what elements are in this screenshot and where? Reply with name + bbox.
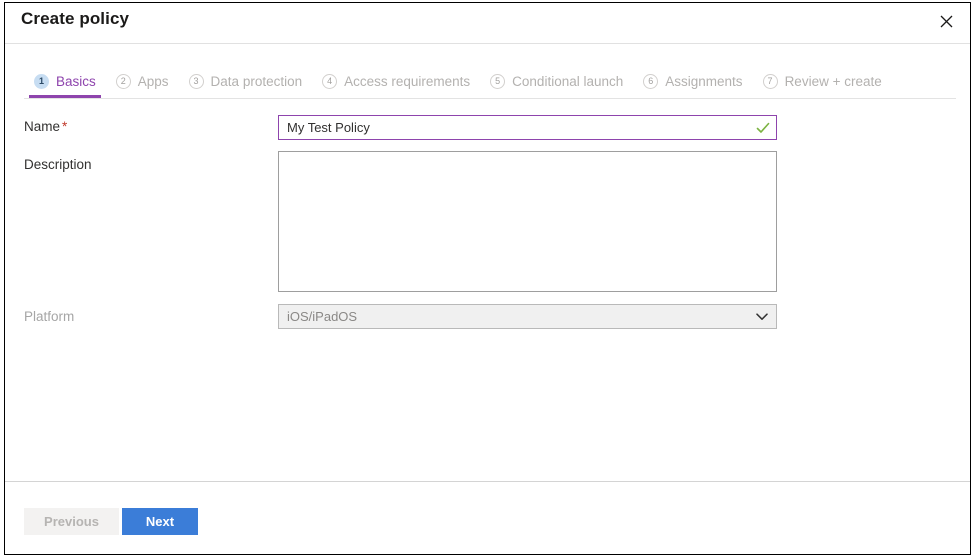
tab-label-assignments: Assignments	[665, 74, 743, 89]
chevron-down-icon	[748, 312, 776, 321]
step-number-1: 1	[34, 74, 49, 89]
tab-label-conditional-launch: Conditional launch	[512, 74, 624, 89]
header-divider	[5, 43, 970, 44]
required-asterisk: *	[62, 119, 68, 134]
tab-label-data-protection: Data protection	[210, 74, 303, 89]
tab-data-protection[interactable]: 3 Data protection	[179, 68, 313, 95]
name-label-text: Name	[24, 119, 61, 134]
step-number-3: 3	[188, 74, 204, 89]
name-field-label: Name *	[24, 119, 67, 134]
platform-select[interactable]: iOS/iPadOS	[278, 304, 777, 329]
dialog-footer: Previous Next	[5, 482, 970, 554]
page-title: Create policy	[21, 9, 130, 28]
tab-assignments[interactable]: 6 Assignments	[633, 68, 752, 95]
tab-label-review-create: Review + create	[784, 74, 882, 89]
dialog-header: Create policy	[5, 3, 970, 43]
step-number-6: 6	[643, 74, 659, 89]
step-number-4: 4	[322, 74, 338, 89]
tab-baseline-divider	[24, 98, 956, 99]
tab-label-basics: Basics	[56, 74, 96, 89]
previous-button[interactable]: Previous	[24, 508, 119, 535]
name-input-wrapper[interactable]	[278, 115, 777, 140]
create-policy-dialog: Create policy 1 Basics 2 Apps 3 Data pro…	[4, 2, 971, 555]
close-icon	[940, 15, 953, 28]
tab-label-access-requirements: Access requirements	[344, 74, 471, 89]
checkmark-icon	[750, 122, 776, 134]
tab-list: 1 Basics 2 Apps 3 Data protection 4 Acce…	[24, 68, 892, 98]
tab-conditional-launch[interactable]: 5 Conditional launch	[480, 68, 633, 95]
platform-selected-value: iOS/iPadOS	[287, 309, 358, 324]
tab-basics[interactable]: 1 Basics	[24, 68, 106, 98]
description-input[interactable]	[278, 151, 777, 292]
wizard-tab-bar: 1 Basics 2 Apps 3 Data protection 4 Acce…	[5, 68, 970, 98]
next-button[interactable]: Next	[122, 508, 198, 535]
tab-review-create[interactable]: 7 Review + create	[753, 68, 892, 95]
tab-apps[interactable]: 2 Apps	[106, 68, 179, 95]
step-number-2: 2	[115, 74, 131, 89]
step-number-5: 5	[490, 74, 506, 89]
close-button[interactable]	[926, 4, 966, 38]
description-field-label: Description	[24, 157, 92, 172]
tab-access-requirements[interactable]: 4 Access requirements	[312, 68, 480, 95]
platform-field-label: Platform	[24, 309, 75, 324]
tab-label-apps: Apps	[137, 74, 169, 89]
step-number-7: 7	[762, 74, 778, 89]
name-input[interactable]	[279, 116, 750, 139]
